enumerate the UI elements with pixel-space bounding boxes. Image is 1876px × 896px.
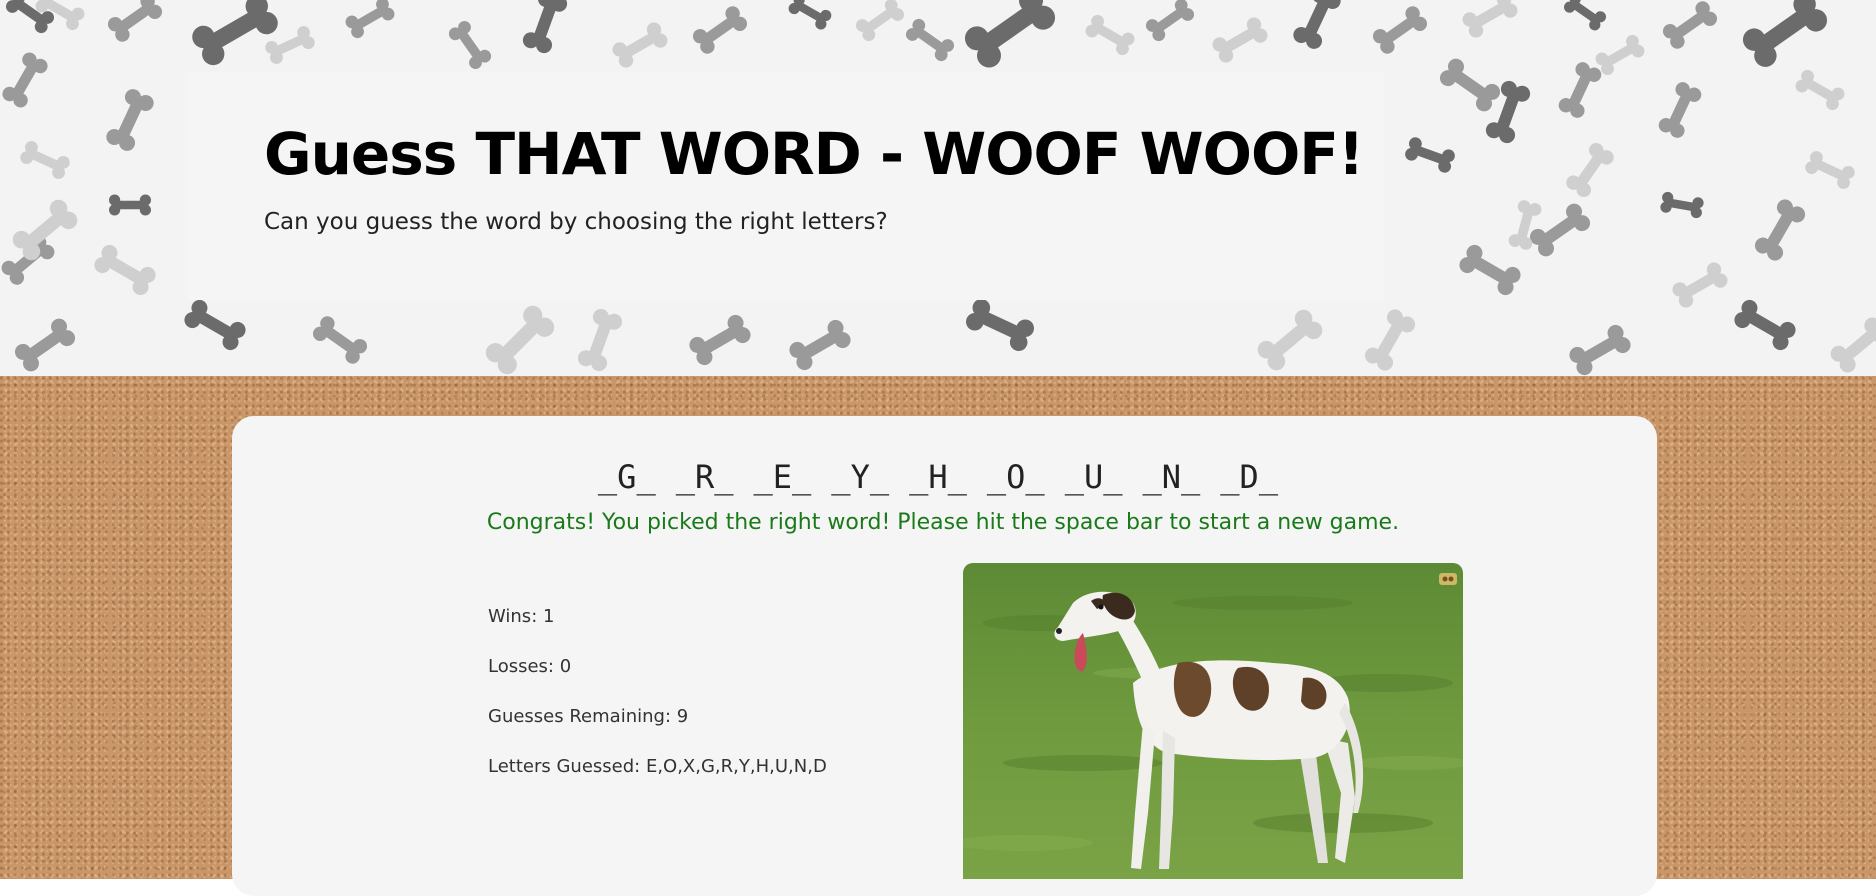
wins-count: Wins: 1 xyxy=(488,606,555,627)
guesses-remaining: Guesses Remaining: 9 xyxy=(488,706,689,727)
letter-slot: _R_ xyxy=(675,458,734,496)
word-display: _G_ _R_ _E_ _Y_ _H_ _O_ _U_ _N_ _D_ xyxy=(0,458,1876,496)
letter-slot: _D_ xyxy=(1220,458,1279,496)
header-banner: Guess THAT WORD - WOOF WOOF! Can you gue… xyxy=(0,0,1876,376)
letter-slot: _N_ xyxy=(1142,458,1201,496)
greyhound-photo xyxy=(963,563,1463,879)
letter-slot: _O_ xyxy=(986,458,1045,496)
letter-slot: _G_ xyxy=(597,458,656,496)
letter-slot: _E_ xyxy=(753,458,812,496)
letter-slot: _U_ xyxy=(1064,458,1123,496)
title-panel: Guess THAT WORD - WOOF WOOF! Can you gue… xyxy=(188,72,1384,300)
losses-count: Losses: 0 xyxy=(488,656,572,677)
status-message: Congrats! You picked the right word! Ple… xyxy=(486,510,1400,535)
score-panel: Wins: 1 Losses: 0 Guesses Remaining: 9 L… xyxy=(488,606,827,806)
page-subtitle: Can you guess the word by choosing the r… xyxy=(264,209,888,235)
letter-slot: _H_ xyxy=(909,458,967,496)
page-title: Guess THAT WORD - WOOF WOOF! xyxy=(264,120,1364,188)
letter-slot: _Y_ xyxy=(831,458,890,496)
letters-guessed: Letters Guessed: E,O,X,G,R,Y,H,U,N,D xyxy=(488,756,827,777)
